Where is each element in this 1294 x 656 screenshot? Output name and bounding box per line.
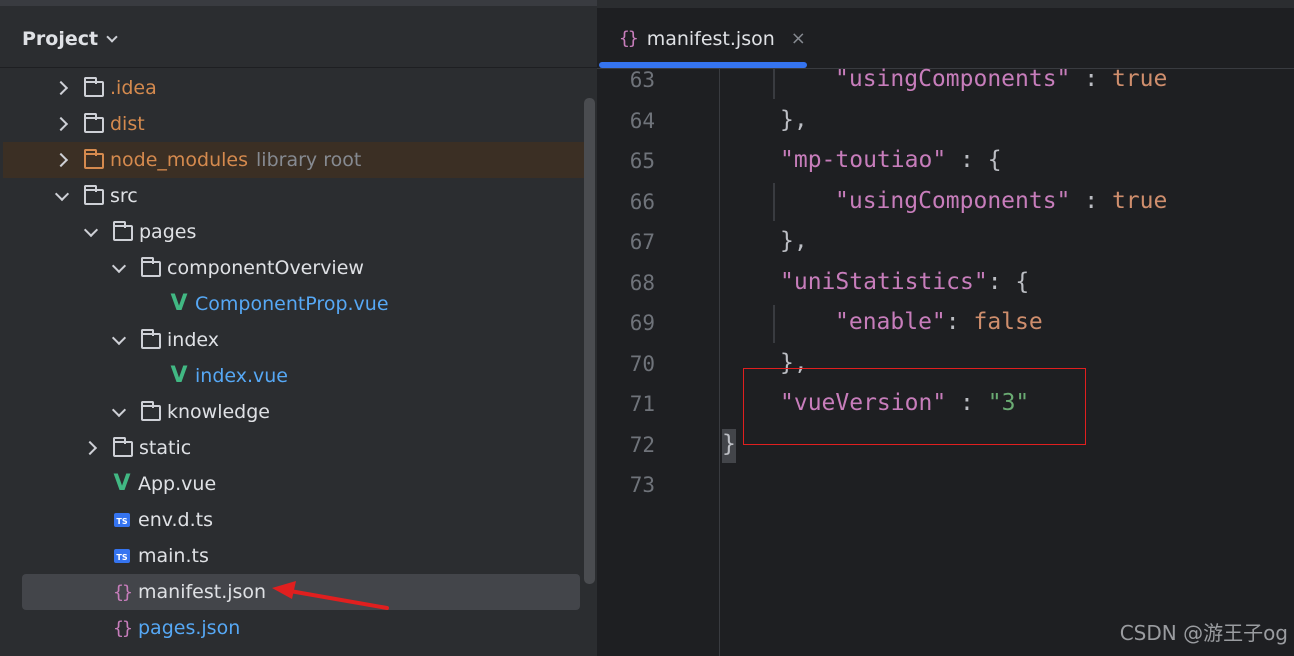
tree-item-label: ComponentProp.vue <box>195 293 389 315</box>
project-panel: Project .idea dist node_modules library … <box>0 0 597 656</box>
panel-title: Project <box>22 28 99 50</box>
chevron-down-icon[interactable] <box>107 328 131 352</box>
line-number: 64 <box>629 109 655 133</box>
chevron-right-icon[interactable] <box>50 76 74 100</box>
line-number: 72 <box>629 433 655 457</box>
tree-item-label: index <box>167 329 219 351</box>
typescript-icon: TS <box>110 508 134 532</box>
tree-item-partial <box>0 646 597 656</box>
vue-icon: V <box>170 291 188 316</box>
tab-manifest-json[interactable]: {} manifest.json × <box>601 8 809 69</box>
code-line-63[interactable]: "usingComponents" : true <box>835 66 1167 92</box>
line-number: 69 <box>629 311 655 335</box>
chevron-down-icon <box>106 30 118 43</box>
tree-item-label: knowledge <box>167 401 270 423</box>
typescript-icon: TS <box>110 544 134 568</box>
tree-item-pages[interactable]: pages <box>0 214 597 250</box>
tree-item-idea[interactable]: .idea <box>0 70 597 106</box>
folder-icon <box>111 220 135 244</box>
tree-item-label: env.d.ts <box>138 509 213 531</box>
line-number: 65 <box>629 149 655 173</box>
vue-icon: V <box>170 363 188 388</box>
tree-scrollbar[interactable] <box>584 98 595 584</box>
tree-item-componentoverview[interactable]: componentOverview <box>0 250 597 286</box>
tree-item-main-ts[interactable]: TS main.ts <box>0 538 597 574</box>
tree-item-env-d-ts[interactable]: TS env.d.ts <box>0 502 597 538</box>
tree-item-label: main.ts <box>138 545 209 567</box>
code-line-65[interactable]: "mp-toutiao" : { <box>780 147 1002 173</box>
tree-item-knowledge[interactable]: knowledge <box>0 394 597 430</box>
divider <box>0 67 597 68</box>
chevron-right-icon[interactable] <box>50 148 74 172</box>
folder-icon <box>82 112 106 136</box>
project-view-selector[interactable]: Project <box>22 26 118 52</box>
code-line-69[interactable]: "enable": false <box>835 309 1043 335</box>
code-line-67[interactable]: }, <box>780 228 808 254</box>
code-line-72[interactable]: } <box>722 431 736 457</box>
folder-icon <box>139 256 163 280</box>
tree-item-label: dist <box>110 113 145 135</box>
vue-icon: V <box>113 471 131 496</box>
editor-top-border <box>597 0 1294 8</box>
indent-guide <box>773 69 775 99</box>
gutter-separator <box>719 69 720 656</box>
tree-item-label: node_modules <box>110 149 249 171</box>
tree-item-label: pages <box>139 221 197 243</box>
chevron-down-icon[interactable] <box>79 220 103 244</box>
chevron-down-icon[interactable] <box>50 184 74 208</box>
tree-item-dist[interactable]: dist <box>0 106 597 142</box>
folder-icon <box>82 184 106 208</box>
folder-icon <box>139 328 163 352</box>
tree-item-static[interactable]: static <box>0 430 597 466</box>
line-number: 68 <box>629 271 655 295</box>
editor-pane: {} manifest.json × 63 64 65 66 67 68 69 … <box>597 0 1294 656</box>
line-number: 67 <box>629 230 655 254</box>
annotation-highlight-box <box>743 368 1086 445</box>
json-icon: {} <box>113 581 133 603</box>
code-line-64[interactable]: }, <box>780 107 808 133</box>
tree-item-node-modules[interactable]: node_modules library root <box>3 142 595 178</box>
tree-item-app-vue[interactable]: V App.vue <box>0 466 597 502</box>
tree-item-pages-json[interactable]: {} pages.json <box>0 610 597 646</box>
editor-tab-bar: {} manifest.json × <box>597 8 1294 69</box>
chevron-down-icon[interactable] <box>107 256 131 280</box>
watermark: CSDN @游王子og <box>1119 621 1288 645</box>
tree-item-label: pages.json <box>138 617 241 639</box>
line-number: 71 <box>629 392 655 416</box>
tab-label: manifest.json <box>646 27 775 50</box>
chevron-right-icon[interactable] <box>50 112 74 136</box>
tree-item-label: manifest.json <box>138 581 267 603</box>
library-root-note: library root <box>256 149 362 171</box>
line-number: 73 <box>629 473 655 497</box>
tree-item-label: .idea <box>110 77 157 99</box>
folder-icon <box>82 148 106 172</box>
tree-item-label: static <box>139 437 192 459</box>
tree-item-label: index.vue <box>195 365 288 387</box>
code-line-66[interactable]: "usingComponents" : true <box>835 188 1167 214</box>
panel-top-border <box>0 0 597 6</box>
close-icon[interactable]: × <box>791 28 806 49</box>
json-icon: {} <box>113 617 133 639</box>
tree-item-label: src <box>110 185 138 207</box>
json-icon: {} <box>619 28 639 49</box>
indent-guide <box>773 183 775 221</box>
line-number: 63 <box>629 68 655 92</box>
tree-item-manifest-json[interactable]: {} manifest.json <box>22 574 580 610</box>
tree-item-label: componentOverview <box>167 257 364 279</box>
chevron-right-icon[interactable] <box>79 436 103 460</box>
folder-icon <box>139 400 163 424</box>
tree-item-label: App.vue <box>138 473 217 495</box>
folder-icon <box>82 76 106 100</box>
line-number: 70 <box>629 352 655 376</box>
chevron-down-icon[interactable] <box>107 400 131 424</box>
code-line-68[interactable]: "uniStatistics": { <box>780 269 1029 295</box>
tree-item-componentprop-vue[interactable]: V ComponentProp.vue <box>0 286 597 322</box>
line-number: 66 <box>629 190 655 214</box>
indent-guide <box>773 305 775 343</box>
tree-item-index-vue[interactable]: V index.vue <box>0 358 597 394</box>
tree-item-src[interactable]: src <box>0 178 597 214</box>
tree-item-index[interactable]: index <box>0 322 597 358</box>
folder-icon <box>111 436 135 460</box>
